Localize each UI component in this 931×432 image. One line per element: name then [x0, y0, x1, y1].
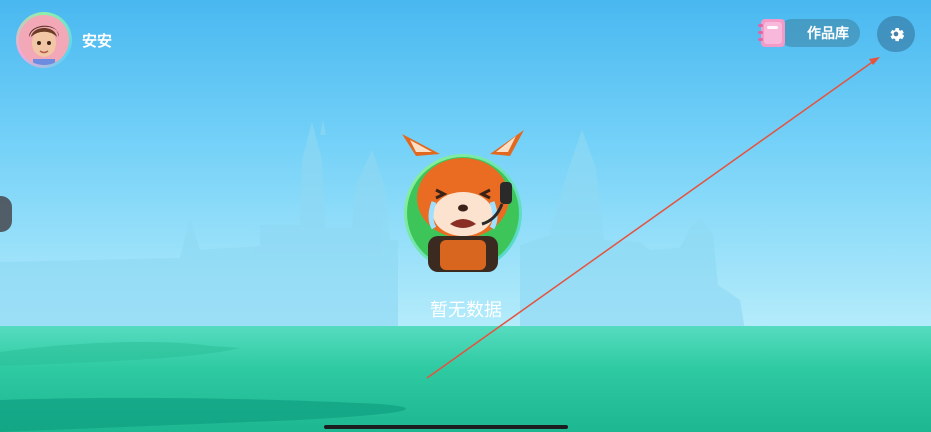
avatar-image [19, 15, 69, 65]
crying-fox-mascot [402, 130, 524, 272]
home-indicator[interactable] [324, 425, 568, 429]
username-label: 安安 [82, 31, 113, 50]
works-library-button[interactable]: 作品库 [756, 16, 862, 50]
notebook-icon [758, 19, 785, 47]
works-library-label: 作品库 [807, 26, 849, 42]
avatar[interactable] [16, 12, 72, 68]
works-library-pill[interactable]: 作品库 [778, 19, 860, 47]
side-drawer-handle[interactable] [0, 196, 12, 232]
settings-button[interactable] [877, 16, 915, 52]
empty-state-message: 暂无数据 [430, 300, 502, 321]
user-profile[interactable]: 安安 [16, 12, 112, 68]
gear-icon [890, 28, 904, 42]
